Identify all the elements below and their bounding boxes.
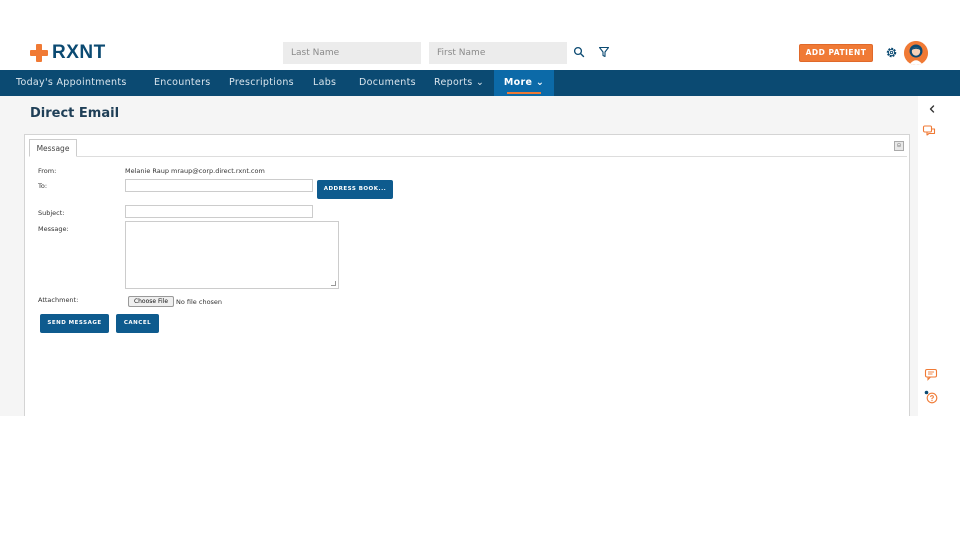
from-value: Melanie Raup mraup@corp.direct.rxnt.com [125, 167, 265, 175]
tab-divider [29, 156, 907, 157]
attachment-label: Attachment: [38, 296, 79, 304]
nav-todays-appointments[interactable]: Today's Appointments [16, 70, 127, 96]
message-label: Message: [38, 225, 69, 233]
nav-reports[interactable]: Reports ⌄ [434, 70, 484, 96]
address-book-button[interactable]: ADDRESS BOOK... [317, 180, 393, 199]
subject-field[interactable] [125, 205, 313, 218]
choose-file-button[interactable]: Choose File [128, 296, 174, 307]
search-icon[interactable] [573, 46, 585, 58]
main-nav: Today's Appointments Encounters Prescrip… [0, 70, 960, 96]
tab-message[interactable]: Message [29, 139, 77, 157]
to-field[interactable] [125, 179, 313, 192]
chevron-left-icon[interactable] [925, 102, 939, 116]
direct-email-panel: ⊝ Message From: Melanie Raup mraup@corp.… [24, 134, 910, 416]
help-icon[interactable] [924, 390, 938, 404]
add-patient-button[interactable]: ADD PATIENT [799, 44, 873, 62]
nav-labs[interactable]: Labs [313, 70, 336, 96]
top-header: RXNT ADD PATIENT [0, 37, 960, 70]
nav-prescriptions[interactable]: Prescriptions [229, 70, 294, 96]
resize-handle-icon[interactable] [331, 281, 336, 286]
rxnt-logo[interactable]: RXNT [30, 42, 106, 64]
message-icon[interactable] [924, 367, 938, 381]
panel-collapse-icon[interactable]: ⊝ [894, 141, 904, 151]
logo-cross-icon [30, 44, 48, 62]
avatar[interactable] [904, 41, 928, 65]
first-name-search-input[interactable] [429, 42, 567, 64]
app-window: RXNT ADD PATIENT Toda [0, 0, 960, 416]
chat-bubbles-icon[interactable] [922, 124, 936, 138]
nav-encounters[interactable]: Encounters [154, 70, 211, 96]
from-label: From: [38, 167, 57, 175]
send-message-button[interactable]: SEND MESSAGE [40, 314, 109, 333]
no-file-chosen-text: No file chosen [176, 298, 223, 306]
logo-text: RXNT [52, 42, 106, 63]
nav-documents[interactable]: Documents [359, 70, 416, 96]
to-label: To: [38, 182, 48, 190]
last-name-search-input[interactable] [283, 42, 421, 64]
gear-icon[interactable] [885, 46, 898, 59]
page-title: Direct Email [30, 106, 120, 121]
user-avatar-icon [904, 41, 928, 65]
subject-label: Subject: [38, 209, 65, 217]
nav-more[interactable]: More ⌄ [494, 70, 554, 96]
filter-icon[interactable] [598, 46, 610, 58]
cancel-button[interactable]: CANCEL [116, 314, 159, 333]
right-rail [918, 96, 960, 416]
message-textarea[interactable] [125, 221, 339, 289]
